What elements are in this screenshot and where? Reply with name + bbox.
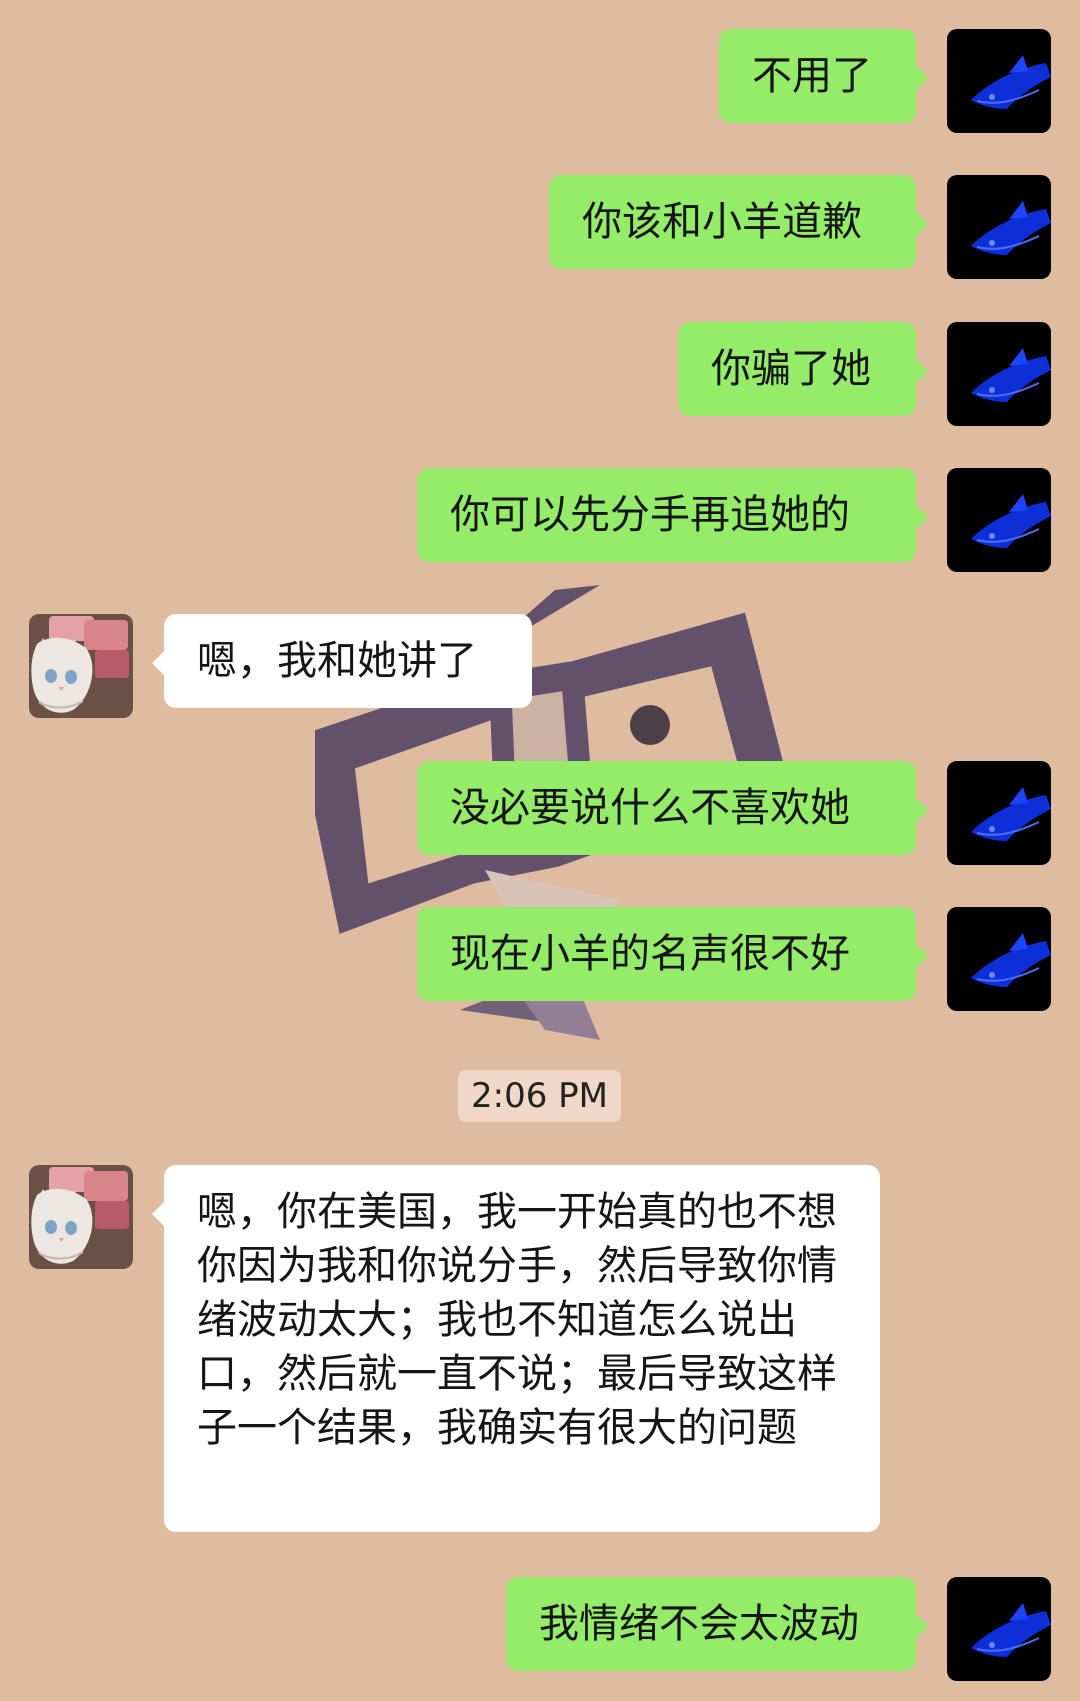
message-timestamp: 2:06 PM — [458, 1070, 621, 1122]
blue-shark-icon — [947, 1577, 1051, 1681]
self-avatar[interactable] — [947, 761, 1051, 865]
self-avatar[interactable] — [947, 1577, 1051, 1681]
outgoing-message-bubble[interactable]: 不用了 — [719, 29, 928, 123]
outgoing-message-bubble[interactable]: 你该和小羊道歉 — [549, 175, 928, 269]
outgoing-message-bubble[interactable]: 我情绪不会太波动 — [506, 1577, 928, 1671]
contact-avatar[interactable] — [29, 1165, 133, 1269]
cat-with-cash-icon — [29, 614, 133, 718]
cat-with-cash-icon — [29, 1165, 133, 1269]
blue-shark-icon — [947, 468, 1051, 572]
chat-window: 不用了 你该和小羊道歉 你骗了她 你可以先分手再追她的 嗯，我和她讲了 没必要说… — [0, 0, 1080, 1701]
outgoing-message-bubble[interactable]: 你可以先分手再追她的 — [417, 468, 928, 562]
self-avatar[interactable] — [947, 468, 1051, 572]
outgoing-message-bubble[interactable]: 没必要说什么不喜欢她 — [417, 761, 928, 855]
blue-shark-icon — [947, 761, 1051, 865]
incoming-message-bubble[interactable]: 嗯，我和她讲了 — [152, 614, 532, 708]
self-avatar[interactable] — [947, 175, 1051, 279]
blue-shark-icon — [947, 907, 1051, 1011]
contact-avatar[interactable] — [29, 614, 133, 718]
blue-shark-icon — [947, 175, 1051, 279]
self-avatar[interactable] — [947, 322, 1051, 426]
self-avatar[interactable] — [947, 29, 1051, 133]
outgoing-message-bubble[interactable]: 现在小羊的名声很不好 — [417, 907, 928, 1001]
blue-shark-icon — [947, 29, 1051, 133]
blue-shark-icon — [947, 322, 1051, 426]
incoming-message-bubble[interactable]: 嗯，你在美国，我一开始真的也不想你因为我和你说分手，然后导致你情绪波动太大；我也… — [152, 1165, 880, 1532]
self-avatar[interactable] — [947, 907, 1051, 1011]
outgoing-message-bubble[interactable]: 你骗了她 — [678, 322, 928, 416]
